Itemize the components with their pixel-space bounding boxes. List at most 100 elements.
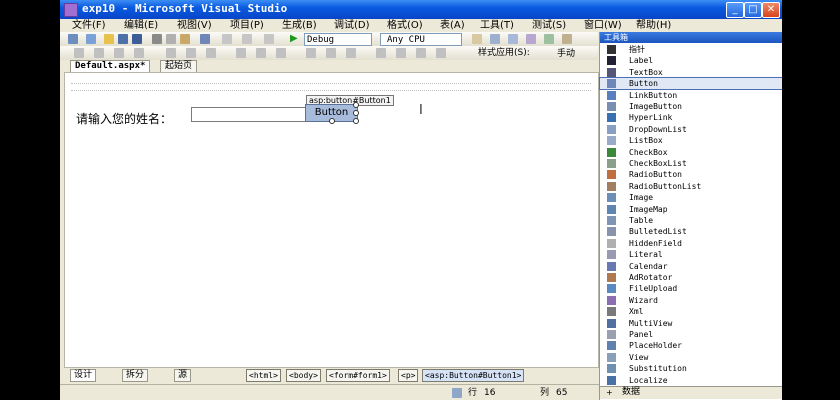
toolbox-item-pointer[interactable]: 指针: [600, 44, 782, 55]
toolbox-item-image[interactable]: Image: [600, 192, 782, 203]
toolbox-item-table[interactable]: Table: [600, 215, 782, 226]
toolbox-item-textbox[interactable]: TextBox: [600, 67, 782, 78]
resize-handle[interactable]: [329, 118, 335, 124]
snap-icon[interactable]: [346, 48, 356, 58]
toolbox-item-imagemap[interactable]: ImageMap: [600, 204, 782, 215]
toolbox-item-imagebutton[interactable]: ImageButton: [600, 101, 782, 112]
design-surface[interactable]: 请输入您的姓名： asp:button#Button1 Button I: [64, 72, 599, 368]
maximize-button[interactable]: □: [744, 2, 762, 18]
toolbox-item-view[interactable]: View: [600, 352, 782, 363]
row-icon[interactable]: [256, 48, 266, 58]
overlay-icon[interactable]: [436, 48, 446, 58]
platform-combo[interactable]: Any CPU: [380, 33, 462, 46]
menu-edit[interactable]: 编辑(E): [124, 19, 158, 32]
tab-default-aspx[interactable]: Default.aspx*: [70, 60, 151, 72]
find-icon[interactable]: [472, 34, 482, 44]
split-view-button[interactable]: 拆分: [122, 369, 149, 382]
toolbox-item-substitution[interactable]: Substitution: [600, 363, 782, 374]
redo-icon[interactable]: [222, 34, 232, 44]
toolbox-item-listbox[interactable]: ListBox: [600, 135, 782, 146]
menu-table[interactable]: 表(A): [440, 19, 465, 32]
resize-handle[interactable]: [353, 102, 359, 108]
minimize-button[interactable]: _: [726, 2, 744, 18]
size-icon[interactable]: [166, 48, 176, 58]
preview-icon[interactable]: [416, 48, 426, 58]
toolbox-icon[interactable]: [526, 34, 536, 44]
name-textbox[interactable]: [191, 107, 305, 122]
toolbox-item-multiview[interactable]: MultiView: [600, 318, 782, 329]
breadcrumb-body[interactable]: <body>: [286, 369, 321, 382]
cut-icon[interactable]: [152, 34, 162, 44]
center-icon[interactable]: [114, 48, 124, 58]
toolbox-item-localize[interactable]: Localize: [600, 375, 782, 386]
align-icon[interactable]: [74, 48, 84, 58]
breadcrumb-form[interactable]: <form#form1>: [326, 369, 390, 382]
new-project-icon[interactable]: [68, 34, 78, 44]
class-view-icon[interactable]: [562, 34, 572, 44]
resize-handle[interactable]: [353, 110, 359, 116]
toolbox-item-adrotator[interactable]: AdRotator: [600, 272, 782, 283]
toolbox-item-dropdownlist[interactable]: DropDownList: [600, 124, 782, 135]
menu-project[interactable]: 项目(P): [230, 19, 264, 32]
breadcrumb-html[interactable]: <html>: [246, 369, 281, 382]
toolbox-item-placeholder[interactable]: PlaceHolder: [600, 340, 782, 351]
solution-explorer-icon[interactable]: [490, 34, 500, 44]
column-icon[interactable]: [276, 48, 286, 58]
style-apply-combo[interactable]: 手动: [554, 47, 596, 60]
navigate-forward-icon[interactable]: [264, 34, 274, 44]
config-combo[interactable]: Debug: [304, 33, 372, 46]
start-debug-icon[interactable]: ▶: [290, 34, 300, 44]
toolbox-item-fileupload[interactable]: FileUpload: [600, 283, 782, 294]
toolbox-item-xml[interactable]: Xml: [600, 306, 782, 317]
menu-help[interactable]: 帮助(H): [636, 19, 671, 32]
toolbox-item-wizard[interactable]: Wizard: [600, 295, 782, 306]
start-page-icon[interactable]: [544, 34, 554, 44]
toolbox-item-checkbox[interactable]: CheckBox: [600, 147, 782, 158]
toolbox-item-calendar[interactable]: Calendar: [600, 261, 782, 272]
toolbox-item-radiobutton[interactable]: RadioButton: [600, 169, 782, 180]
menu-debug[interactable]: 调试(D): [334, 19, 370, 32]
toolbox-item-label[interactable]: Label: [600, 55, 782, 66]
source-view-button[interactable]: 源: [174, 369, 192, 382]
table-icon[interactable]: [236, 48, 246, 58]
paste-icon[interactable]: [180, 34, 190, 44]
style-icon[interactable]: [376, 48, 386, 58]
toolbox-item-radiobuttonlist[interactable]: RadioButtonList: [600, 181, 782, 192]
save-all-icon[interactable]: [132, 34, 142, 44]
css-icon[interactable]: [396, 48, 406, 58]
breadcrumb-p[interactable]: <p>: [398, 369, 419, 382]
menu-file[interactable]: 文件(F): [72, 19, 106, 32]
justify-icon[interactable]: [134, 48, 144, 58]
toolbox-section-data[interactable]: + 数据: [600, 386, 782, 399]
toolbox-item-linkbutton[interactable]: LinkButton: [600, 90, 782, 101]
navigate-back-icon[interactable]: [242, 34, 252, 44]
toolbox-item-hyperlink[interactable]: HyperLink: [600, 112, 782, 123]
resize-handle[interactable]: [353, 118, 359, 124]
copy-icon[interactable]: [166, 34, 176, 44]
menu-format[interactable]: 格式(O): [387, 19, 423, 32]
toolbox-item-panel[interactable]: Panel: [600, 329, 782, 340]
menu-window[interactable]: 窗口(W): [584, 19, 622, 32]
toolbox-item-hiddenfield[interactable]: HiddenField: [600, 238, 782, 249]
save-icon[interactable]: [118, 34, 128, 44]
properties-icon[interactable]: [508, 34, 518, 44]
menu-tools[interactable]: 工具(T): [480, 19, 514, 32]
toolbox-item-bulletedlist[interactable]: BulletedList: [600, 226, 782, 237]
close-button[interactable]: ✕: [762, 2, 780, 18]
menu-test[interactable]: 测试(S): [532, 19, 566, 32]
tab-start-page[interactable]: 起始页: [160, 60, 198, 72]
spacing-icon[interactable]: [186, 48, 196, 58]
grid-icon[interactable]: [326, 48, 336, 58]
toolbox-item-literal[interactable]: Literal: [600, 249, 782, 260]
menu-build[interactable]: 生成(B): [282, 19, 317, 32]
toolbox-item-checkboxlist[interactable]: CheckBoxList: [600, 158, 782, 169]
open-icon[interactable]: [104, 34, 114, 44]
design-view-button[interactable]: 设计: [70, 369, 97, 382]
toolbox-item-button[interactable]: Button: [599, 77, 782, 91]
align-right-icon[interactable]: [94, 48, 104, 58]
breadcrumb-button[interactable]: <asp:Button#Button1>: [422, 369, 525, 382]
menu-view[interactable]: 视图(V): [177, 19, 212, 32]
add-item-icon[interactable]: [86, 34, 96, 44]
order-icon[interactable]: [206, 48, 216, 58]
undo-icon[interactable]: [200, 34, 210, 44]
